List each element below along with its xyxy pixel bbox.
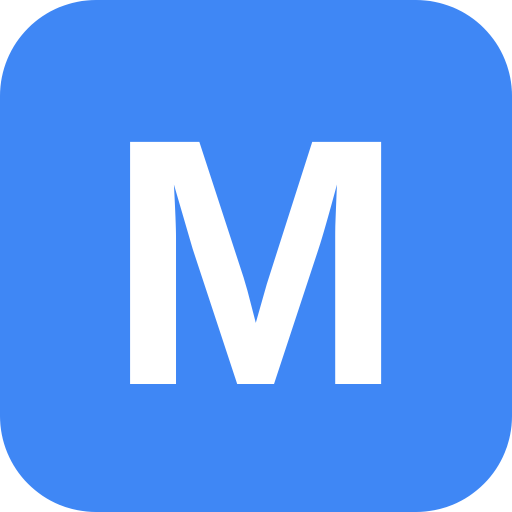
app-icon-letter: M (106, 65, 406, 459)
app-icon: M (0, 0, 512, 512)
